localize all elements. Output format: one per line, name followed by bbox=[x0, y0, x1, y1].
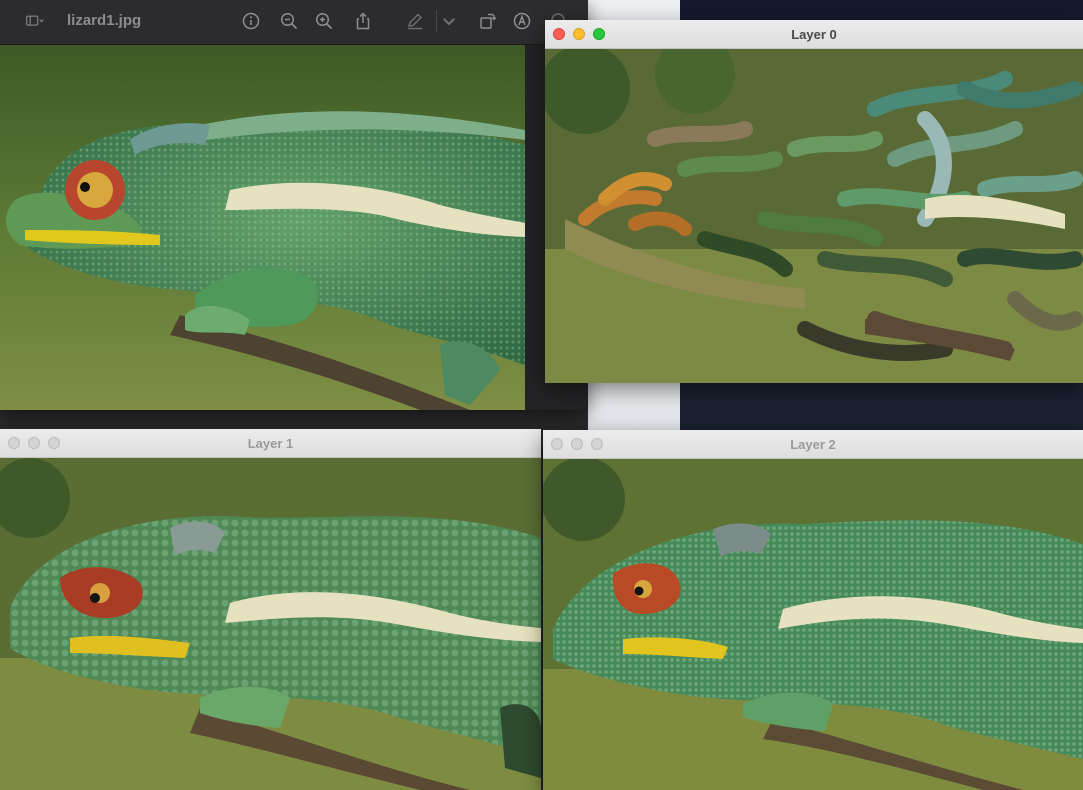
preview-window[interactable]: lizard1.jpg bbox=[0, 0, 588, 410]
toolbar-divider bbox=[436, 10, 437, 32]
window-title: Layer 2 bbox=[790, 437, 836, 452]
document-title: lizard1.jpg bbox=[67, 12, 142, 29]
rotate-icon[interactable] bbox=[476, 10, 498, 32]
chameleon-photo bbox=[0, 45, 525, 410]
layer-0-canvas bbox=[545, 49, 1083, 383]
layer-0-titlebar[interactable]: Layer 0 bbox=[545, 20, 1083, 49]
layer-2-canvas bbox=[543, 459, 1083, 790]
chevron-down-icon[interactable] bbox=[440, 10, 458, 32]
info-icon[interactable] bbox=[240, 10, 262, 32]
zoom-in-icon[interactable] bbox=[313, 10, 335, 32]
preview-toolbar: lizard1.jpg bbox=[0, 0, 588, 45]
annotate-icon[interactable] bbox=[511, 10, 533, 32]
zoom-out-icon[interactable] bbox=[278, 10, 300, 32]
sidebar-icon[interactable] bbox=[20, 10, 50, 32]
layer-1-window[interactable]: Layer 1 bbox=[0, 429, 541, 790]
window-title: Layer 0 bbox=[791, 27, 837, 42]
layer-2-window[interactable]: Layer 2 bbox=[543, 430, 1083, 790]
share-icon[interactable] bbox=[352, 10, 374, 32]
window-title: Layer 1 bbox=[247, 436, 294, 451]
layer-0-window[interactable]: Layer 0 bbox=[545, 20, 1083, 383]
layer-2-titlebar[interactable]: Layer 2 bbox=[543, 430, 1083, 459]
layer-1-canvas bbox=[0, 458, 541, 790]
layer-1-titlebar[interactable]: Layer 1 bbox=[0, 429, 541, 458]
markup-pen-icon[interactable] bbox=[404, 10, 426, 32]
